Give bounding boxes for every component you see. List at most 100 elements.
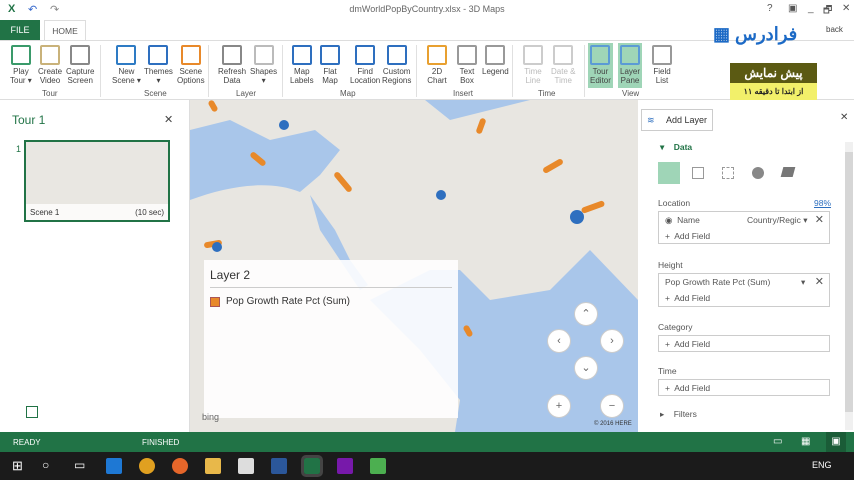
location-type-dropdown[interactable]: Country/Regic ▾ <box>747 212 808 228</box>
faradars-logo: ▦ فرادرس <box>713 24 798 44</box>
promo-title: پیش نمایش <box>730 63 817 83</box>
legend-swatch <box>210 297 220 307</box>
add-field-button[interactable]: + Add Field <box>659 228 829 244</box>
chevron-down-icon[interactable]: ▾ <box>801 274 805 290</box>
remove-field-icon[interactable]: ✕ <box>815 274 824 290</box>
status-finished: FINISHED <box>142 438 180 447</box>
add-field-button[interactable]: + Add Field <box>659 336 829 352</box>
add-field-button[interactable]: + Add Field <box>659 380 829 396</box>
scene-thumbnail[interactable]: Scene 1 (10 sec) <box>24 140 170 222</box>
field-list-status-icon[interactable]: ▦ <box>801 436 810 447</box>
close-button[interactable]: ✕ <box>842 3 850 14</box>
create-video-button[interactable]: Create Video <box>36 43 64 88</box>
find-location-button[interactable]: Find Location <box>348 43 382 88</box>
store-icon[interactable] <box>238 458 254 474</box>
refresh-data-button[interactable]: Refresh Data <box>216 43 248 88</box>
height-field[interactable]: Pop Growth Rate Pct (Sum) <box>665 277 770 287</box>
flat-map-icon <box>320 45 340 65</box>
rotate-right-button[interactable]: › <box>600 329 624 353</box>
restore-button[interactable]: 🗗 <box>823 3 832 20</box>
location-confidence-link[interactable]: 98% <box>814 198 831 208</box>
text-box-icon <box>457 45 477 65</box>
play-tour-button[interactable]: Play Tour ▾ <box>8 43 34 88</box>
tour-editor-pane: Tour 1 ✕ 1 Scene 1 (10 sec) <box>0 100 190 432</box>
windows-start-icon[interactable]: ⊞ <box>12 458 23 474</box>
date-time-button[interactable]: Date & Time <box>549 43 577 88</box>
legend-item: Pop Growth Rate Pct (Sum) <box>226 296 350 307</box>
map-canvas[interactable]: Layer 2 Pop Growth Rate Pct (Sum) bing ©… <box>190 100 638 432</box>
task-view-icon[interactable]: ▭ <box>74 458 85 472</box>
tour-close-button[interactable]: ✕ <box>164 113 173 126</box>
map-labels-button[interactable]: Map Labels <box>288 43 316 88</box>
tour-editor-status-icon[interactable]: ▭ <box>773 436 782 447</box>
location-label: Location <box>658 198 691 208</box>
feedback-link[interactable]: back <box>826 25 843 34</box>
word-icon[interactable] <box>271 458 287 474</box>
layer-pane: ≋ Add Layer ✕ ▾ Data Location 98% ◉ Name … <box>638 100 854 432</box>
add-layer-button[interactable]: ≋ Add Layer <box>641 109 713 131</box>
keyboard-language[interactable]: ENG <box>812 460 832 470</box>
field-list-button[interactable]: Field List <box>650 43 674 88</box>
flat-map-button[interactable]: Flat Map <box>318 43 342 88</box>
capture-screen-button[interactable]: Capture Screen <box>64 43 96 88</box>
tilt-up-button[interactable]: ⌃ <box>574 302 598 326</box>
camtasia-icon[interactable] <box>370 458 386 474</box>
status-ready: READY <box>13 438 41 447</box>
layer-pane-button[interactable]: Layer Pane <box>618 43 643 88</box>
layer-pane-scrollbar[interactable] <box>845 142 853 430</box>
zoom-in-button[interactable]: + <box>547 394 571 418</box>
region-icon[interactable] <box>780 167 796 177</box>
title-bar: X ↶ ↷ dmWorldPopByCountry.xlsx - 3D Maps… <box>0 0 854 20</box>
2d-chart-button[interactable]: 2D Chart <box>425 43 449 88</box>
map-legend[interactable]: Layer 2 Pop Growth Rate Pct (Sum) <box>204 260 458 418</box>
custom-regions-button[interactable]: Custom Regions <box>380 43 413 88</box>
group-tour: Tour <box>42 89 58 98</box>
find-location-icon <box>355 45 376 65</box>
bubble-icon[interactable] <box>722 167 734 179</box>
text-box-button[interactable]: Text Box <box>455 43 479 88</box>
group-insert: Insert <box>453 89 474 98</box>
scene-options-icon <box>180 45 201 65</box>
tab-home[interactable]: HOME <box>44 20 86 41</box>
rotate-left-button[interactable]: ‹ <box>547 329 571 353</box>
2d-chart-icon <box>427 45 447 65</box>
zoom-out-button[interactable]: − <box>600 394 624 418</box>
tour-editor-button[interactable]: Tour Editor <box>588 43 613 88</box>
time-line-button[interactable]: Time Line <box>521 43 545 88</box>
radio-icon[interactable]: ◉ <box>665 215 672 225</box>
tour-editor-icon <box>590 45 611 65</box>
chrome-icon[interactable] <box>139 458 155 474</box>
legend-button[interactable]: Legend <box>480 43 511 79</box>
tilt-down-button[interactable]: ⌄ <box>574 356 598 380</box>
time-line-icon <box>523 45 543 65</box>
field-list-icon <box>652 45 672 65</box>
heat-map-icon[interactable] <box>752 167 764 179</box>
data-section-toggle[interactable]: ▾ Data <box>660 142 692 153</box>
group-map: Map <box>340 89 356 98</box>
filters-toggle[interactable]: ▸ Filters <box>660 409 697 420</box>
help-button[interactable]: ? <box>767 3 773 14</box>
search-icon[interactable]: ○ <box>42 458 49 472</box>
new-scene-button[interactable]: New Scene ▾ <box>110 43 143 88</box>
shapes-button[interactable]: Shapes ▾ <box>248 43 279 88</box>
file-explorer-icon[interactable] <box>205 458 221 474</box>
remove-field-icon[interactable]: ✕ <box>815 212 824 228</box>
location-field-box: ◉ Name Country/Regic ▾ ✕ + Add Field <box>658 211 830 244</box>
add-field-button[interactable]: + Add Field <box>659 290 829 306</box>
minimize-button[interactable]: _ <box>808 3 814 14</box>
onenote-icon[interactable] <box>337 458 353 474</box>
layer-pane-status-icon[interactable]: ▣ <box>826 432 846 452</box>
layer-pane-close-button[interactable]: ✕ <box>840 112 848 123</box>
scene-options-button[interactable]: Scene Options <box>175 43 207 88</box>
tab-file[interactable]: FILE <box>0 20 40 40</box>
stacked-column-icon[interactable] <box>658 162 680 184</box>
new-scene-icon[interactable] <box>26 406 38 418</box>
ribbon-options-icon[interactable]: ▣ <box>788 3 797 14</box>
create-video-icon <box>40 45 60 65</box>
edge-icon[interactable] <box>106 458 122 474</box>
firefox-icon[interactable] <box>172 458 188 474</box>
clustered-column-icon[interactable] <box>692 167 704 179</box>
group-view: View <box>622 89 640 98</box>
themes-button[interactable]: Themes ▾ <box>142 43 175 88</box>
excel-taskbar-icon[interactable] <box>301 455 323 477</box>
